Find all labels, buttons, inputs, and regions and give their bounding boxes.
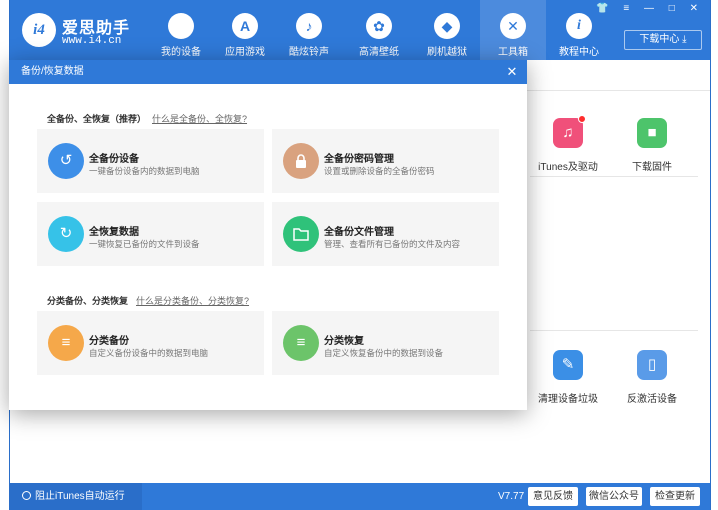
bell-icon: ♪ <box>296 13 322 39</box>
check-update-button[interactable]: 检查更新 <box>650 487 700 506</box>
nav-wallpapers[interactable]: ✿ 高清壁纸 <box>346 8 412 60</box>
status-bar: 阻止iTunes自动运行 V7.77 意见反馈 微信公众号 检查更新 <box>10 483 710 510</box>
card-desc: 管理、查看所有已备份的文件及内容 <box>324 239 461 249</box>
full-restore-card[interactable]: ↻ 全恢复数据 一键恢复已备份的文件到设备 <box>37 202 264 266</box>
backup-clock-icon: ↺ <box>48 143 84 179</box>
category-backup-icon: ≡ <box>48 325 84 361</box>
info-icon: i <box>566 13 592 39</box>
help-link-category[interactable]: 什么是分类备份、分类恢复? <box>136 294 249 307</box>
card-desc: 自定义备份设备中的数据到电脑 <box>89 348 209 358</box>
download-icon: ⤓ <box>682 34 687 45</box>
tools-icon: ✕ <box>500 13 526 39</box>
card-desc: 一键恢复已备份的文件到设备 <box>89 239 200 249</box>
nav-label: 教程中心 <box>559 47 599 58</box>
card-title: 全备份密码管理 <box>324 154 394 165</box>
full-backup-card[interactable]: ↺ 全备份设备 一键备份设备内的数据到电脑 <box>37 129 264 193</box>
card-title: 全备份设备 <box>89 154 139 165</box>
app-store-icon: A <box>232 13 258 39</box>
tool-label: 下载固件 <box>632 162 672 173</box>
dialog-header: 备份/恢复数据 ✕ <box>9 60 527 84</box>
feedback-button[interactable]: 意见反馈 <box>528 487 578 506</box>
tool-label: 反激活设备 <box>627 394 677 405</box>
brand-url: www.i4.cn <box>62 35 122 47</box>
nav-toolbox[interactable]: ✕ 工具箱 <box>480 0 546 60</box>
download-center-button[interactable]: 下载中心 ⤓ <box>624 30 702 50</box>
broom-glyph: ✎ <box>561 356 575 373</box>
tool-clean-junk[interactable]: ✎ 清理设备垃圾 <box>528 350 608 405</box>
window-controls[interactable]: 👕 ≡ — □ ✕ <box>596 3 704 14</box>
download-center-label: 下载中心 <box>639 34 680 45</box>
flower-icon: ✿ <box>366 13 392 39</box>
nav-label: 高清壁纸 <box>359 47 399 58</box>
tool-itunes-drivers[interactable]: ♫ iTunes及驱动 <box>528 115 608 173</box>
close-icon[interactable]: ✕ <box>503 63 521 81</box>
divider <box>530 330 698 331</box>
divider <box>530 176 698 177</box>
folder-icon <box>283 216 319 252</box>
card-title: 分类恢复 <box>324 336 364 347</box>
dialog-title: 备份/恢复数据 <box>21 66 84 77</box>
nav-label: 应用游戏 <box>225 47 265 58</box>
backup-file-manager-card[interactable]: 全备份文件管理 管理、查看所有已备份的文件及内容 <box>272 202 499 266</box>
nav-label: 我的设备 <box>161 47 201 58</box>
category-restore-icon: ≡ <box>283 325 319 361</box>
backup-password-card[interactable]: 全备份密码管理 设置或删除设备的全备份密码 <box>272 129 499 193</box>
lock-svg <box>296 154 306 168</box>
nav-flash-jailbreak[interactable]: ◆ 刷机越狱 <box>414 8 480 60</box>
folder-svg <box>293 228 309 241</box>
card-desc: 自定义恢复备份中的数据到设备 <box>324 348 444 358</box>
phone-icon: ▯ <box>637 350 667 380</box>
block-itunes-toggle[interactable]: 阻止iTunes自动运行 <box>10 483 142 510</box>
tool-label: iTunes及驱动 <box>538 162 598 173</box>
dropbox-icon: ◆ <box>434 13 460 39</box>
nav-my-device[interactable]: 我的设备 <box>148 8 214 60</box>
nav-apps-games[interactable]: A 应用游戏 <box>212 8 278 60</box>
section-title-category: 分类备份、分类恢复 <box>47 296 129 306</box>
itunes-icon: ♫ <box>553 115 586 148</box>
tool-label: 清理设备垃圾 <box>538 394 598 405</box>
radio-icon <box>22 491 31 500</box>
itunes-glyph: ♫ <box>562 124 574 141</box>
i4-logo: i4 <box>22 13 56 47</box>
cube-glyph: ■ <box>647 124 657 141</box>
card-title: 全备份文件管理 <box>324 227 394 238</box>
card-title: 分类备份 <box>89 336 129 347</box>
apple-icon <box>168 13 194 39</box>
category-backup-card[interactable]: ≡ 分类备份 自定义备份设备中的数据到电脑 <box>37 311 264 375</box>
notification-badge <box>578 115 586 123</box>
wechat-button[interactable]: 微信公众号 <box>586 487 642 506</box>
card-title: 全恢复数据 <box>89 227 139 238</box>
tool-deactivate-device[interactable]: ▯ 反激活设备 <box>612 350 692 405</box>
cube-icon: ■ <box>637 118 667 148</box>
broom-icon: ✎ <box>553 350 583 380</box>
section-title-full: 全备份、全恢复（推荐） <box>47 114 147 124</box>
top-bar: i4 爱思助手 www.i4.cn 我的设备 A 应用游戏 ♪ 酷炫铃声 ✿ 高… <box>10 0 710 60</box>
tool-download-firmware[interactable]: ■ 下载固件 <box>612 118 692 173</box>
nav-label: 酷炫铃声 <box>289 47 329 58</box>
version-label: V7.77 <box>498 491 525 502</box>
help-link-full[interactable]: 什么是全备份、全恢复? <box>152 112 247 125</box>
category-restore-card[interactable]: ≡ 分类恢复 自定义恢复备份中的数据到设备 <box>272 311 499 375</box>
card-desc: 一键备份设备内的数据到电脑 <box>89 166 200 176</box>
nav-label: 刷机越狱 <box>427 47 467 58</box>
card-desc: 设置或删除设备的全备份密码 <box>324 166 435 176</box>
toggle-label: 阻止iTunes自动运行 <box>35 491 125 502</box>
restore-clock-icon: ↻ <box>48 216 84 252</box>
backup-restore-dialog: 备份/恢复数据 ✕ 全备份、全恢复（推荐） 什么是全备份、全恢复? ↺ 全备份设… <box>9 60 527 410</box>
lock-icon <box>283 143 319 179</box>
nav-tutorials[interactable]: i 教程中心 <box>546 8 612 60</box>
phone-glyph: ▯ <box>647 356 657 373</box>
nav-ringtones[interactable]: ♪ 酷炫铃声 <box>276 8 342 60</box>
nav-label: 工具箱 <box>498 47 528 58</box>
